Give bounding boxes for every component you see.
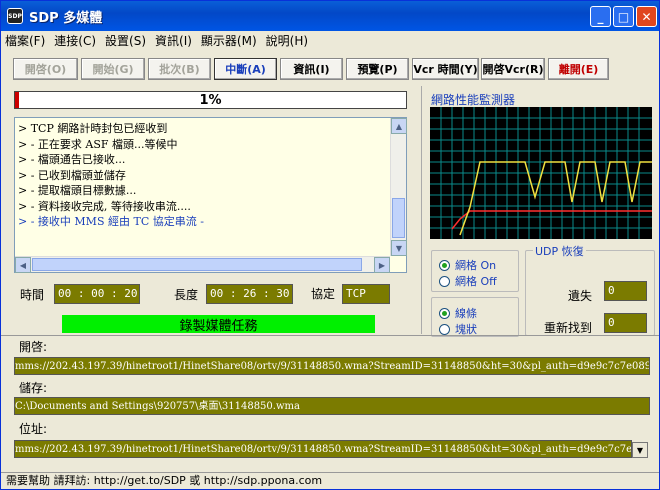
grid-off-radio[interactable]: 網格 Off — [439, 273, 497, 289]
start-button[interactable]: 開始(G) — [81, 58, 145, 80]
preview-button[interactable]: 預覽(P) — [346, 58, 409, 80]
app-icon: SDP — [7, 8, 23, 24]
udp-title: UDP 恢復 — [533, 243, 586, 259]
menu-connect[interactable]: 連接(C) — [54, 32, 96, 49]
network-graph — [430, 107, 652, 239]
log-line: > - 提取檔頭目標數據... — [18, 184, 137, 197]
save-path-label: 儲存: — [19, 381, 48, 395]
log-line: > TCP 網路計時封包已經收到 — [18, 122, 168, 135]
log-horizontal-scrollbar[interactable]: ◀ ▶ — [15, 256, 390, 273]
scroll-thumb[interactable] — [32, 258, 362, 271]
task-status-bar: 錄製媒體任務 — [62, 315, 375, 334]
maximize-icon[interactable]: □ — [613, 6, 634, 27]
vcr-open-button[interactable]: 開啓Vcr(R) — [481, 58, 545, 80]
lost-label: 遺失 — [568, 289, 593, 303]
location-label: 位址: — [19, 422, 48, 436]
log-line: > - 資料接收完成, 等待接收串流.... — [18, 199, 191, 213]
open-path-field[interactable]: mms://202.43.197.39/hinetroot1/HinetShar… — [14, 357, 650, 375]
radio-icon — [439, 323, 450, 335]
lost-value: 0 — [604, 281, 647, 301]
log-vertical-scrollbar[interactable]: ▲ ▼ — [390, 118, 407, 256]
radio-icon — [439, 275, 450, 287]
grid-on-label: 網格 On — [455, 259, 497, 272]
toolbar: 開啓(O) 開始(G) 批次(B) 中斷(A) 資訊(I) 預覽(P) Vcr … — [1, 54, 659, 82]
leave-button[interactable]: 離開(E) — [548, 58, 609, 80]
status-bar: 需要幫助 請拜訪: http://get.to/SDP 或 http://sdp… — [1, 472, 659, 490]
radio-selected-icon — [439, 259, 450, 271]
refound-label: 重新找到 — [544, 321, 593, 335]
menu-help[interactable]: 說明(H) — [266, 32, 308, 49]
radio-selected-icon — [439, 307, 450, 319]
log-line: > - 正在要求 ASF 檔頭...等候中 — [18, 137, 178, 151]
progress-text: 1% — [199, 92, 222, 108]
app-window: SDP SDP 多媒體 _ □ ✕ 檔案(F) 連接(C) 設置(S) 資訊(I… — [0, 0, 660, 490]
graph-red-line — [451, 210, 652, 230]
log-box[interactable]: > TCP 網路計時封包已經收到 > - 正在要求 ASF 檔頭...等候中 >… — [14, 117, 407, 273]
save-path-field[interactable]: C:\Documents and Settings\920757\桌面\3114… — [14, 397, 650, 415]
progress-fill — [15, 92, 19, 108]
monitor-title: 網路性能監測器 — [431, 93, 516, 107]
refound-value: 0 — [604, 313, 647, 333]
scroll-thumb[interactable] — [392, 198, 405, 238]
location-combo[interactable]: mms://202.43.197.39/hinetroot1/HinetShar… — [14, 440, 632, 458]
window-title: SDP 多媒體 — [29, 10, 103, 26]
title-bar[interactable]: SDP SDP 多媒體 _ □ ✕ — [1, 1, 659, 31]
log-line: > - 檔頭通告已接收... — [18, 153, 126, 166]
grid-on-radio[interactable]: 網格 On — [439, 257, 496, 273]
vcr-time-button[interactable]: Vcr 時間(Y) — [412, 58, 479, 80]
length-label: 長度 — [174, 288, 199, 302]
open-button[interactable]: 開啓(O) — [13, 58, 78, 80]
info-button[interactable]: 資訊(I) — [280, 58, 343, 80]
chevron-down-icon[interactable]: ▼ — [632, 442, 648, 458]
scroll-up-icon[interactable]: ▲ — [391, 118, 407, 134]
scroll-left-icon[interactable]: ◀ — [15, 257, 31, 273]
time-value: 00 : 00 : 20 — [54, 284, 140, 304]
time-label: 時間 — [20, 288, 45, 302]
protocol-value: TCP — [342, 284, 390, 304]
line-style-radio[interactable]: 線條 — [439, 305, 477, 321]
progress-bar: 1% — [14, 91, 407, 109]
close-icon[interactable]: ✕ — [636, 6, 657, 27]
log-line: > - 已收到檔頭並儲存 — [18, 168, 126, 182]
log-line: > - 接收中 MMS 經由 TC 協定串流 - — [18, 215, 204, 228]
minimize-icon[interactable]: _ — [590, 6, 611, 27]
menu-settings[interactable]: 設置(S) — [105, 32, 146, 49]
protocol-label: 協定 — [311, 287, 336, 301]
menu-bar: 檔案(F) 連接(C) 設置(S) 資訊(I) 顯示器(M) 說明(H) — [1, 31, 659, 50]
length-value: 00 : 26 : 30 — [206, 284, 293, 304]
open-path-label: 開啓: — [19, 340, 48, 354]
grid-off-label: 網格 Off — [455, 275, 497, 288]
menu-file[interactable]: 檔案(F) — [5, 32, 45, 49]
menu-monitor[interactable]: 顯示器(M) — [201, 32, 257, 49]
stop-button[interactable]: 中斷(A) — [214, 58, 277, 80]
scroll-down-icon[interactable]: ▼ — [391, 240, 407, 256]
menu-info[interactable]: 資訊(I) — [155, 32, 192, 49]
batch-button[interactable]: 批次(B) — [148, 58, 211, 80]
line-style-label: 線條 — [455, 307, 477, 320]
scroll-right-icon[interactable]: ▶ — [374, 257, 390, 273]
